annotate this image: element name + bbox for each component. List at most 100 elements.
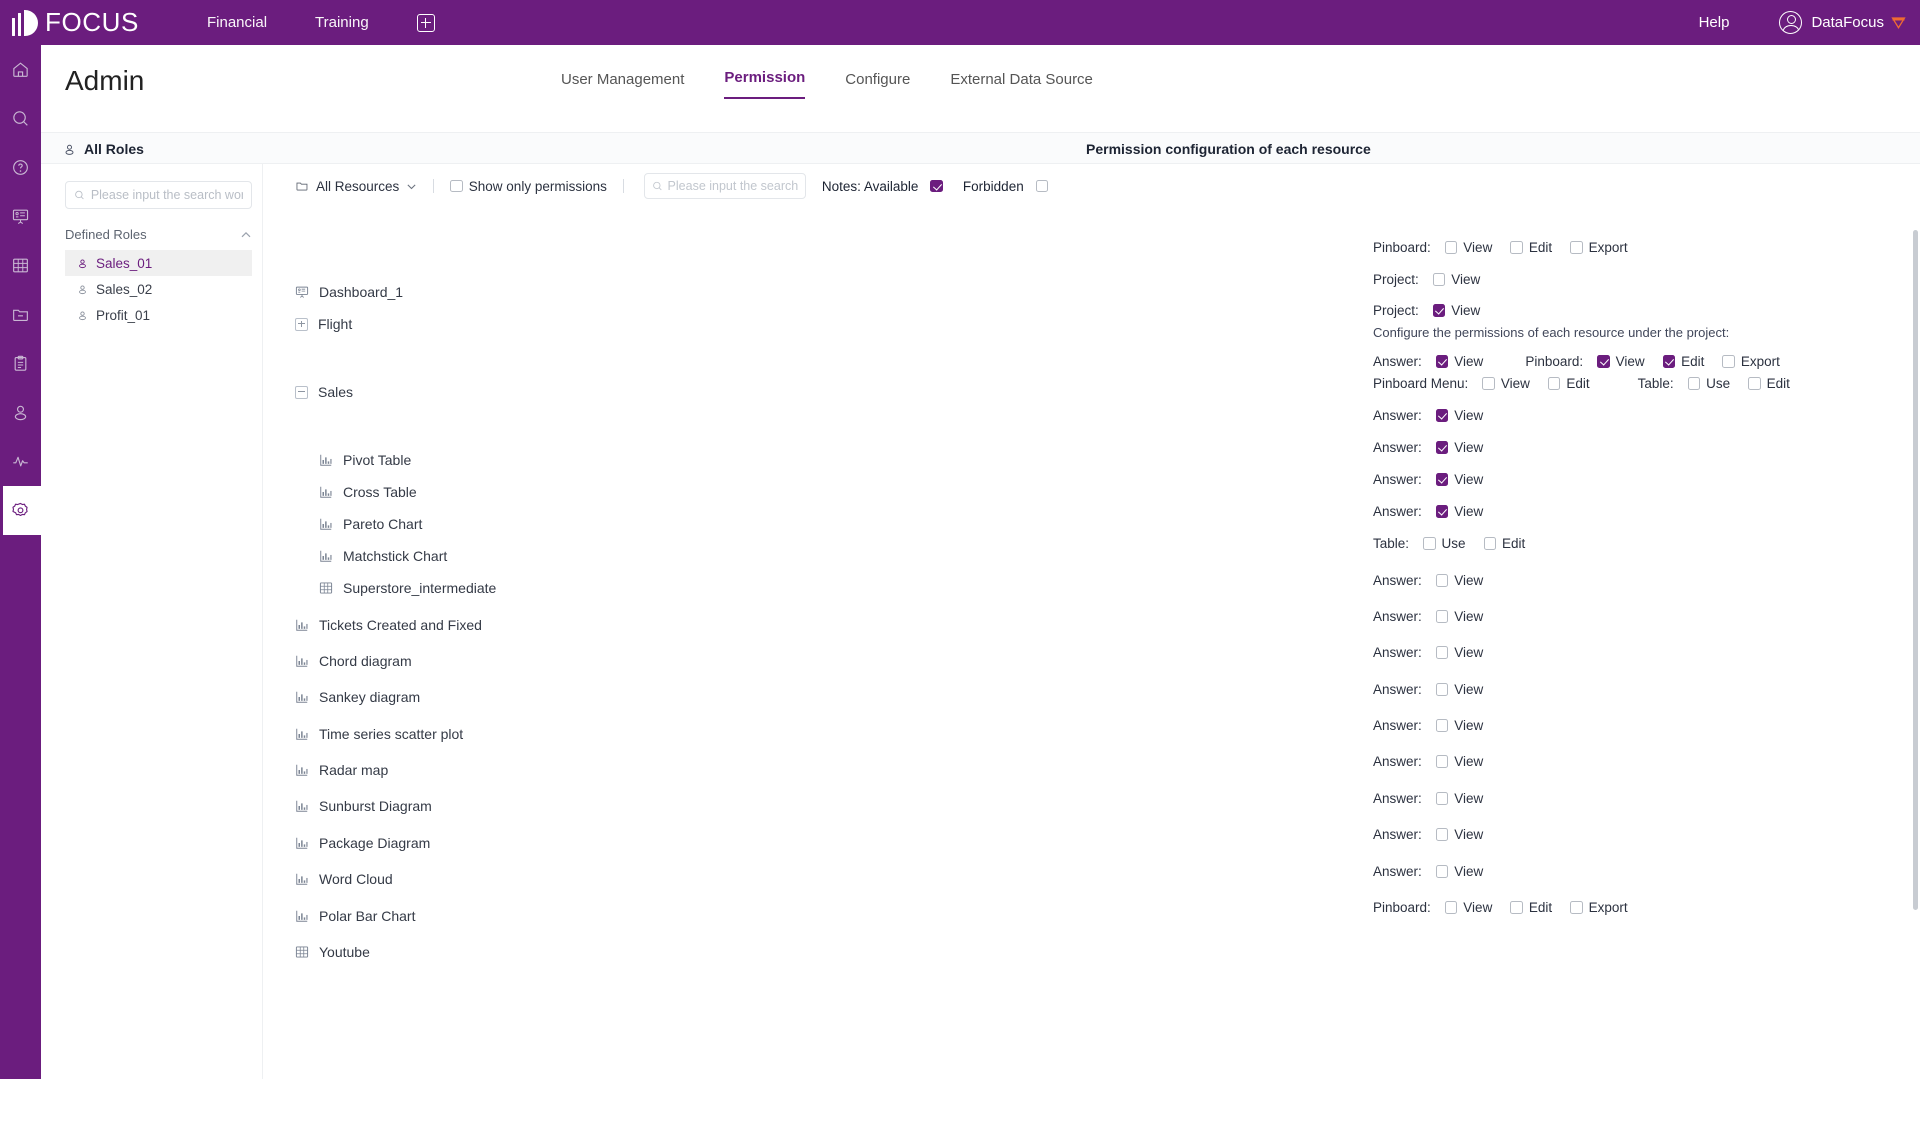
- permission-option[interactable]: View: [1435, 440, 1483, 455]
- role-item-sales-02[interactable]: Sales_02: [65, 276, 252, 302]
- permission-checkbox[interactable]: [1435, 610, 1449, 623]
- permission-option[interactable]: Export: [1570, 900, 1628, 915]
- resource-search-input[interactable]: [667, 179, 798, 193]
- permission-option[interactable]: View: [1432, 303, 1480, 318]
- show-only-permissions-checkbox[interactable]: [450, 179, 463, 193]
- permission-checkbox[interactable]: [1435, 865, 1449, 878]
- permission-option[interactable]: View: [1435, 573, 1483, 588]
- permission-option[interactable]: View: [1435, 408, 1483, 423]
- permission-checkbox[interactable]: [1435, 719, 1449, 732]
- nav-financial[interactable]: Financial: [207, 14, 267, 31]
- permission-checkbox[interactable]: [1510, 241, 1523, 254]
- permission-option[interactable]: View: [1435, 864, 1483, 879]
- tree-row[interactable]: Pivot Table: [319, 452, 411, 468]
- permission-option[interactable]: Edit: [1662, 354, 1704, 369]
- available-checkbox[interactable]: [930, 179, 943, 193]
- permission-checkbox[interactable]: [1435, 473, 1449, 486]
- permission-checkbox[interactable]: [1435, 755, 1449, 768]
- permission-checkbox[interactable]: [1482, 377, 1495, 390]
- permission-checkbox[interactable]: [1435, 409, 1449, 422]
- permission-checkbox[interactable]: [1722, 355, 1735, 368]
- help-link[interactable]: Help: [1699, 14, 1730, 31]
- roles-search-input[interactable]: [90, 188, 243, 202]
- permission-checkbox[interactable]: [1435, 574, 1449, 587]
- permission-option[interactable]: Edit: [1510, 240, 1552, 255]
- permission-option[interactable]: View: [1597, 354, 1645, 369]
- rail-item-home[interactable]: [0, 45, 41, 94]
- resource-type-select[interactable]: All Resources: [295, 179, 417, 194]
- rail-item-clipboard[interactable]: [0, 339, 41, 388]
- role-item-profit-01[interactable]: Profit_01: [65, 302, 252, 328]
- rail-item-dashboards[interactable]: [0, 192, 41, 241]
- permission-option[interactable]: Export: [1570, 240, 1628, 255]
- permission-checkbox[interactable]: [1435, 646, 1449, 659]
- add-tab-icon[interactable]: [416, 13, 435, 32]
- permission-option[interactable]: Use: [1687, 376, 1730, 391]
- tab-external-data-source[interactable]: External Data Source: [950, 71, 1093, 99]
- permission-option[interactable]: View: [1435, 504, 1483, 519]
- permission-checkbox[interactable]: [1662, 355, 1676, 368]
- tree-row[interactable]: Tickets Created and Fixed: [295, 617, 482, 633]
- rail-item-tables[interactable]: [0, 241, 41, 290]
- permission-checkbox[interactable]: [1510, 901, 1523, 914]
- tree-row[interactable]: Superstore_intermediate: [319, 580, 496, 596]
- permission-option[interactable]: Use: [1423, 536, 1466, 551]
- permission-checkbox[interactable]: [1444, 241, 1458, 254]
- tree-row[interactable]: Sales: [295, 384, 353, 400]
- permission-checkbox[interactable]: [1435, 505, 1449, 518]
- permission-checkbox[interactable]: [1597, 355, 1610, 368]
- resource-search-box[interactable]: [643, 173, 806, 199]
- permission-checkbox[interactable]: [1435, 683, 1449, 696]
- tree-row[interactable]: Flight: [295, 316, 352, 332]
- user-menu[interactable]: DataFocus: [1779, 11, 1906, 34]
- permission-option[interactable]: View: [1444, 900, 1492, 915]
- tree-row[interactable]: Polar Bar Chart: [295, 908, 415, 924]
- permission-option[interactable]: View: [1435, 472, 1483, 487]
- tree-row[interactable]: Word Cloud: [295, 871, 393, 887]
- tree-row[interactable]: Sunburst Diagram: [295, 798, 432, 814]
- permission-option[interactable]: Export: [1722, 354, 1780, 369]
- permission-option[interactable]: Edit: [1483, 536, 1525, 551]
- permission-option[interactable]: View: [1435, 827, 1483, 842]
- permission-option[interactable]: View: [1435, 609, 1483, 624]
- expand-icon[interactable]: [295, 317, 308, 331]
- permission-option[interactable]: View: [1432, 272, 1480, 287]
- permission-checkbox[interactable]: [1444, 901, 1458, 914]
- rail-item-help[interactable]: [0, 143, 41, 192]
- permission-option[interactable]: Edit: [1748, 376, 1790, 391]
- tab-permission[interactable]: Permission: [724, 69, 806, 99]
- permission-option[interactable]: View: [1435, 791, 1483, 806]
- forbidden-checkbox[interactable]: [1035, 179, 1049, 193]
- role-item-sales-01[interactable]: Sales_01: [65, 250, 252, 276]
- collapse-icon[interactable]: [295, 385, 308, 399]
- permission-checkbox[interactable]: [1432, 273, 1446, 286]
- permission-option[interactable]: View: [1444, 240, 1492, 255]
- nav-training[interactable]: Training: [315, 14, 369, 31]
- rail-item-users[interactable]: [0, 388, 41, 437]
- tree-row[interactable]: Package Diagram: [295, 835, 430, 851]
- roles-search-box[interactable]: [65, 181, 252, 209]
- permission-option[interactable]: View: [1482, 376, 1530, 391]
- show-only-permissions-toggle[interactable]: Show only permissions: [450, 179, 607, 194]
- tree-row[interactable]: Radar map: [295, 762, 388, 778]
- permission-checkbox[interactable]: [1483, 537, 1497, 550]
- scrollbar-thumb[interactable]: [1913, 230, 1918, 910]
- tree-row[interactable]: Time series scatter plot: [295, 726, 463, 742]
- tab-configure[interactable]: Configure: [845, 71, 910, 99]
- permission-checkbox[interactable]: [1748, 377, 1761, 390]
- permission-checkbox[interactable]: [1570, 241, 1583, 254]
- tree-row[interactable]: Pareto Chart: [319, 516, 422, 532]
- permission-checkbox[interactable]: [1687, 377, 1701, 390]
- permission-checkbox[interactable]: [1435, 828, 1449, 841]
- permission-checkbox[interactable]: [1435, 355, 1449, 368]
- rail-item-folder[interactable]: [0, 290, 41, 339]
- permission-option[interactable]: View: [1435, 645, 1483, 660]
- tree-row[interactable]: Youtube: [295, 944, 370, 960]
- permission-checkbox[interactable]: [1432, 304, 1446, 317]
- tree-row[interactable]: Chord diagram: [295, 653, 412, 669]
- defined-roles-group-header[interactable]: Defined Roles: [65, 227, 252, 242]
- rail-item-monitor[interactable]: [0, 437, 41, 486]
- permission-option[interactable]: View: [1435, 354, 1483, 369]
- permission-checkbox[interactable]: [1547, 377, 1561, 390]
- permission-option[interactable]: Edit: [1547, 376, 1590, 391]
